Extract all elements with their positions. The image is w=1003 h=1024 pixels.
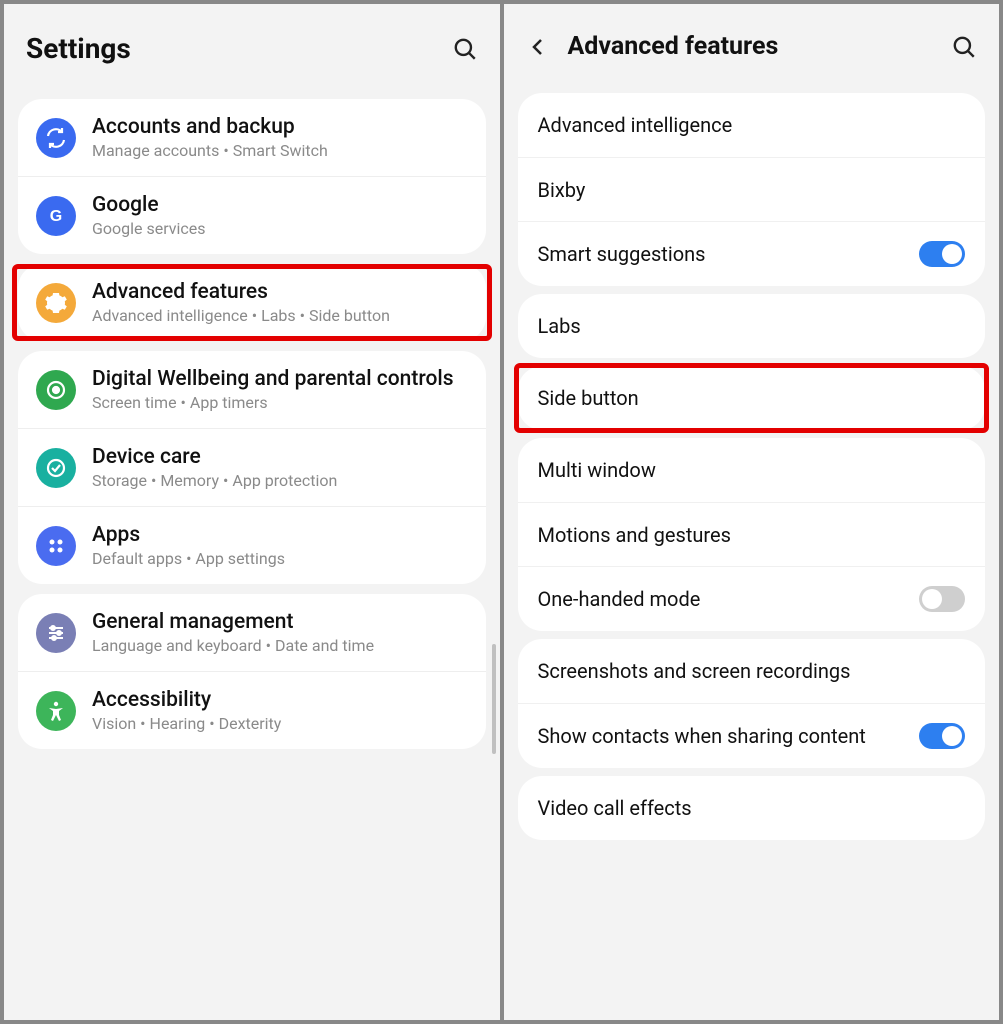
gear-icon	[36, 283, 76, 323]
sliders-icon	[36, 613, 76, 653]
item-title: Device care	[92, 445, 468, 469]
item-title: Bixby	[538, 178, 966, 202]
accessibility-icon	[36, 691, 76, 731]
settings-group: Accounts and backup Manage accounts • Sma…	[18, 99, 486, 254]
feature-item-smart-suggestions[interactable]: Smart suggestions	[518, 221, 986, 286]
scrollbar[interactable]	[492, 644, 496, 754]
page-title: Settings	[26, 32, 440, 65]
feature-item-motions-and-gestures[interactable]: Motions and gestures	[518, 502, 986, 566]
item-subtitle: Manage accounts • Smart Switch	[92, 141, 468, 160]
item-title: General management	[92, 610, 468, 634]
item-title: Multi window	[538, 458, 966, 482]
feature-group: Screenshots and screen recordings Show co…	[518, 639, 986, 768]
item-title: One-handed mode	[538, 587, 904, 611]
toggle-one-handed-mode[interactable]	[919, 586, 965, 612]
toggle-show-contacts-when-sharing-content[interactable]	[919, 723, 965, 749]
settings-pane: Settings Accounts and backup Manage accou…	[4, 4, 500, 1020]
settings-item-google[interactable]: G Google Google services	[18, 176, 486, 254]
back-icon[interactable]	[526, 35, 550, 59]
feature-item-multi-window[interactable]: Multi window	[518, 438, 986, 502]
apps-icon	[36, 526, 76, 566]
page-title: Advanced features	[568, 32, 940, 61]
feature-group: Multi window Motions and gestures One-hand…	[518, 438, 986, 631]
feature-item-bixby[interactable]: Bixby	[518, 157, 986, 221]
feature-group: Labs	[518, 294, 986, 358]
item-title: Advanced intelligence	[538, 113, 966, 137]
feature-item-screenshots-and-screen-recordings[interactable]: Screenshots and screen recordings	[518, 639, 986, 703]
settings-group: General management Language and keyboard …	[18, 594, 486, 749]
settings-item-digital[interactable]: Digital Wellbeing and parental controls S…	[18, 351, 486, 428]
search-icon[interactable]	[452, 36, 478, 62]
item-title: Motions and gestures	[538, 523, 966, 547]
settings-item-accessibility[interactable]: Accessibility Vision • Hearing • Dexterit…	[18, 671, 486, 749]
item-title: Accessibility	[92, 688, 468, 712]
settings-group: Advanced features Advanced intelligence •…	[18, 264, 486, 341]
svg-text:G: G	[50, 208, 62, 225]
item-title: Labs	[538, 314, 966, 338]
advanced-features-pane: Advanced features Advanced intelligence B…	[504, 4, 1000, 1020]
item-subtitle: Storage • Memory • App protection	[92, 471, 468, 490]
feature-item-show-contacts-when-sharing-content[interactable]: Show contacts when sharing content	[518, 703, 986, 768]
feature-item-side-button[interactable]: Side button	[518, 366, 986, 430]
toggle-smart-suggestions[interactable]	[919, 241, 965, 267]
item-subtitle: Screen time • App timers	[92, 393, 468, 412]
feature-item-one-handed-mode[interactable]: One-handed mode	[518, 566, 986, 631]
sync-icon	[36, 118, 76, 158]
item-title: Google	[92, 193, 468, 217]
item-title: Screenshots and screen recordings	[538, 659, 966, 683]
search-icon[interactable]	[951, 34, 977, 60]
care-icon	[36, 448, 76, 488]
settings-item-device[interactable]: Device care Storage • Memory • App protec…	[18, 428, 486, 506]
settings-item-general[interactable]: General management Language and keyboard …	[18, 594, 486, 671]
item-title: Advanced features	[92, 280, 468, 304]
item-subtitle: Default apps • App settings	[92, 549, 468, 568]
feature-item-video-call-effects[interactable]: Video call effects	[518, 776, 986, 840]
settings-header: Settings	[4, 4, 500, 89]
item-title: Digital Wellbeing and parental controls	[92, 367, 468, 391]
feature-group: Video call effects	[518, 776, 986, 840]
wellbeing-icon	[36, 370, 76, 410]
g-icon: G	[36, 196, 76, 236]
settings-group: Digital Wellbeing and parental controls S…	[18, 351, 486, 584]
item-title: Video call effects	[538, 796, 966, 820]
feature-group: Side button	[518, 366, 986, 430]
settings-item-advanced[interactable]: Advanced features Advanced intelligence •…	[18, 264, 486, 341]
item-title: Accounts and backup	[92, 115, 468, 139]
feature-item-advanced-intelligence[interactable]: Advanced intelligence	[518, 93, 986, 157]
item-title: Smart suggestions	[538, 242, 904, 266]
settings-item-apps[interactable]: Apps Default apps • App settings	[18, 506, 486, 584]
item-subtitle: Vision • Hearing • Dexterity	[92, 714, 468, 733]
settings-item-accounts[interactable]: Accounts and backup Manage accounts • Sma…	[18, 99, 486, 176]
feature-group: Advanced intelligence Bixby Smart suggesti…	[518, 93, 986, 286]
item-subtitle: Language and keyboard • Date and time	[92, 636, 468, 655]
item-title: Side button	[538, 386, 966, 410]
advanced-header: Advanced features	[504, 4, 1000, 85]
item-subtitle: Advanced intelligence • Labs • Side butt…	[92, 306, 468, 325]
item-title: Show contacts when sharing content	[538, 724, 904, 748]
item-title: Apps	[92, 523, 468, 547]
feature-item-labs[interactable]: Labs	[518, 294, 986, 358]
item-subtitle: Google services	[92, 219, 468, 238]
